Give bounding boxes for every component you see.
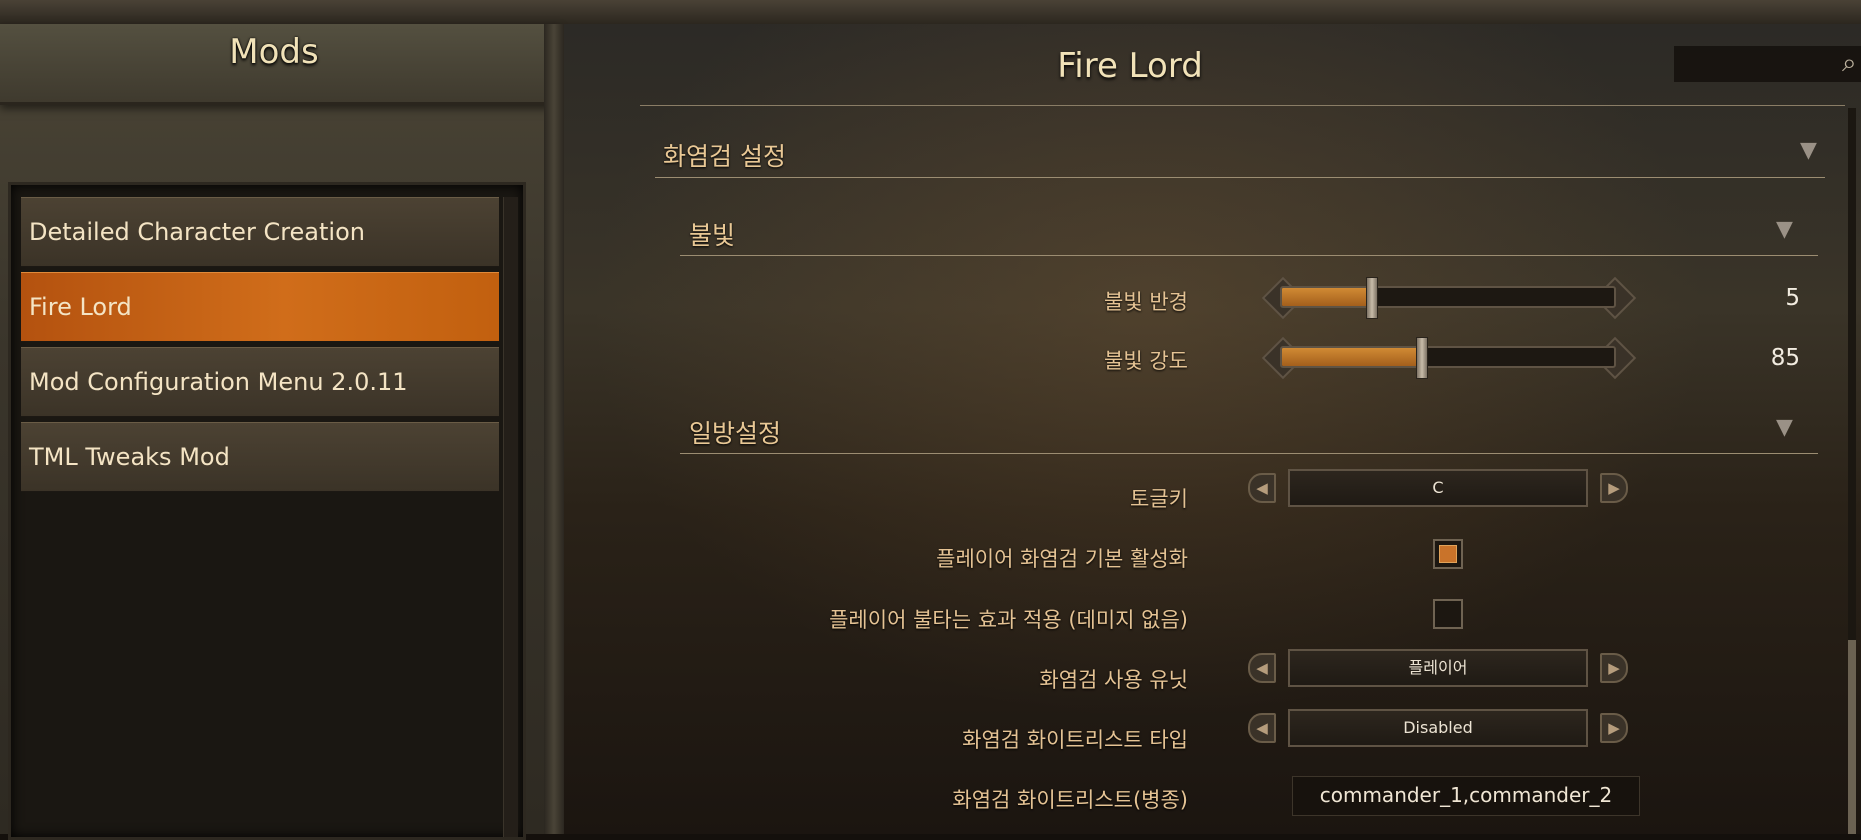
- setting-label: 화염검 화이트리스트 타입: [962, 728, 1188, 752]
- slider-thumb[interactable]: [1365, 277, 1378, 319]
- arrow-right-icon[interactable]: ▶: [1600, 653, 1628, 683]
- slider-track: [1280, 286, 1616, 308]
- setting-label: 화염검 사용 유닛: [1039, 668, 1188, 692]
- search-icon[interactable]: ⌕: [1842, 48, 1857, 79]
- mod-item-mod-configuration-menu[interactable]: Mod Configuration Menu 2.0.11: [21, 347, 499, 417]
- whitelist-troops-input[interactable]: commander_1,commander_2: [1292, 776, 1640, 816]
- light-intensity-slider[interactable]: [1261, 336, 1637, 380]
- mod-item-label: Detailed Character Creation: [29, 218, 365, 246]
- mod-item-label: Mod Configuration Menu 2.0.11: [29, 368, 408, 396]
- setting-label: 토글키: [1130, 487, 1188, 511]
- window-top-border: [0, 0, 1861, 26]
- arrow-left-icon[interactable]: ◀: [1248, 473, 1276, 503]
- dropdown-value: C: [1288, 469, 1588, 507]
- whitelist-type-dropdown[interactable]: ◀ Disabled ▶: [1248, 709, 1628, 749]
- flame-sword-unit-dropdown[interactable]: ◀ 플레이어 ▶: [1248, 649, 1628, 689]
- page-title: Fire Lord: [1057, 46, 1203, 86]
- mod-item-label: Fire Lord: [29, 293, 132, 321]
- mods-panel: Mods Detailed Character Creation Fire Lo…: [0, 24, 560, 840]
- mod-item-label: TML Tweaks Mod: [29, 443, 230, 471]
- player-flame-sword-default-checkbox[interactable]: [1433, 539, 1463, 569]
- setting-label: 플레이어 화염검 기본 활성화: [936, 547, 1188, 571]
- mods-list-scrollbar[interactable]: [503, 197, 518, 837]
- section-title-general: 일방설정: [689, 419, 782, 448]
- chevron-down-icon[interactable]: ▼: [1776, 415, 1793, 440]
- dropdown-value: 플레이어: [1288, 649, 1588, 687]
- setting-label: 화염검 화이트리스트(병종): [952, 788, 1188, 812]
- light-radius-slider[interactable]: [1261, 276, 1637, 320]
- slider-thumb[interactable]: [1416, 337, 1429, 379]
- chevron-down-icon[interactable]: ▼: [1800, 138, 1817, 163]
- arrow-left-icon[interactable]: ◀: [1248, 653, 1276, 683]
- panel-divider: [544, 24, 564, 834]
- mod-item-detailed-character-creation[interactable]: Detailed Character Creation: [21, 197, 499, 267]
- divider: [655, 177, 1825, 178]
- settings-scrollbar-thumb[interactable]: [1848, 640, 1856, 834]
- slider-track: [1280, 346, 1616, 368]
- search-input[interactable]: [1674, 46, 1861, 82]
- toggle-key-dropdown[interactable]: ◀ C ▶: [1248, 469, 1628, 509]
- group-title: 화염검 설정: [663, 142, 786, 171]
- mod-item-fire-lord[interactable]: Fire Lord: [21, 272, 499, 342]
- chevron-down-icon[interactable]: ▼: [1776, 217, 1793, 242]
- divider: [680, 453, 1818, 454]
- arrow-right-icon[interactable]: ▶: [1600, 473, 1628, 503]
- arrow-left-icon[interactable]: ◀: [1248, 713, 1276, 743]
- player-burning-effect-checkbox[interactable]: [1433, 599, 1463, 629]
- arrow-right-icon[interactable]: ▶: [1600, 713, 1628, 743]
- section-title-light: 불빛: [689, 221, 736, 250]
- setting-label: 불빛 반경: [1104, 290, 1188, 314]
- slider-value: 5: [1785, 285, 1800, 311]
- setting-label: 불빛 강도: [1104, 349, 1188, 373]
- divider: [680, 255, 1818, 256]
- slider-value: 85: [1770, 345, 1800, 371]
- divider: [640, 105, 1845, 106]
- slider-fill: [1282, 288, 1372, 306]
- mod-item-tml-tweaks-mod[interactable]: TML Tweaks Mod: [21, 422, 499, 492]
- mods-header: Mods: [0, 24, 560, 105]
- dropdown-value: Disabled: [1288, 709, 1588, 747]
- slider-fill: [1282, 348, 1422, 366]
- setting-label: 플레이어 불타는 효과 적용 (데미지 없음): [829, 608, 1188, 632]
- mods-title: Mods: [229, 32, 319, 72]
- mods-list: Detailed Character Creation Fire Lord Mo…: [8, 182, 526, 840]
- checkbox-mark: [1439, 545, 1457, 563]
